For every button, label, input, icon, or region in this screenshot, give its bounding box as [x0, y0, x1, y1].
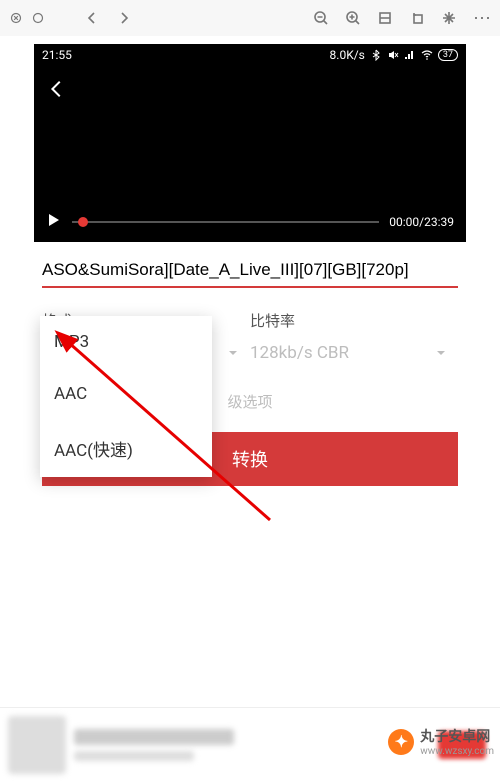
rotate-icon[interactable] — [409, 10, 425, 26]
ad-title-placeholder — [74, 729, 234, 745]
ad-subtitle-placeholder — [74, 751, 194, 761]
mute-icon — [387, 49, 399, 61]
statusbar-time: 21:55 — [42, 48, 72, 62]
video-progress[interactable] — [72, 221, 379, 223]
statusbar: 21:55 8.0K/s 37 — [34, 44, 466, 66]
play-button[interactable] — [46, 212, 62, 232]
forward-icon[interactable] — [116, 10, 132, 26]
browser-toolbar: ⋯ — [0, 0, 500, 36]
battery-indicator: 37 — [438, 49, 458, 61]
stop-icon[interactable] — [30, 10, 46, 26]
bitrate-value: 128kb/s CBR — [250, 343, 349, 363]
video-back-button[interactable] — [46, 78, 68, 104]
video-time: 00:00/23:39 — [389, 215, 454, 229]
watermark-logo-icon: ✦ — [388, 729, 414, 755]
dropdown-item-aac-fast[interactable]: AAC(快速) — [40, 420, 212, 477]
dropdown-item-mp3[interactable]: MP3 — [40, 316, 212, 368]
bitrate-label: 比特率 — [250, 310, 458, 331]
watermark: ✦ 丸子安卓网 www.wzsxy.com — [388, 726, 494, 757]
dropdown-item-aac[interactable]: AAC — [40, 368, 212, 420]
chevron-down-icon — [436, 343, 446, 363]
zoom-in-icon[interactable] — [345, 10, 361, 26]
zoom-out-icon[interactable] — [313, 10, 329, 26]
back-icon[interactable] — [84, 10, 100, 26]
signal-icon — [404, 49, 416, 61]
bluetooth-icon — [370, 49, 382, 61]
ad-thumbnail — [8, 716, 66, 774]
net-speed: 8.0K/s — [330, 48, 365, 62]
format-dropdown: MP3 AAC AAC(快速) — [40, 316, 212, 477]
filename-input[interactable] — [42, 256, 458, 288]
bitrate-select[interactable]: 128kb/s CBR — [250, 343, 458, 363]
close-tab-icon[interactable] — [8, 10, 24, 26]
sparkle-icon[interactable] — [441, 10, 457, 26]
progress-handle[interactable] — [78, 217, 88, 227]
more-icon[interactable]: ⋯ — [473, 8, 492, 29]
wifi-icon — [421, 49, 433, 61]
chevron-down-icon — [228, 343, 238, 363]
watermark-url: www.wzsxy.com — [420, 746, 494, 757]
watermark-site: 丸子安卓网 — [420, 726, 494, 746]
fit-width-icon[interactable] — [377, 10, 393, 26]
video-player: 00:00/23:39 — [34, 66, 466, 242]
